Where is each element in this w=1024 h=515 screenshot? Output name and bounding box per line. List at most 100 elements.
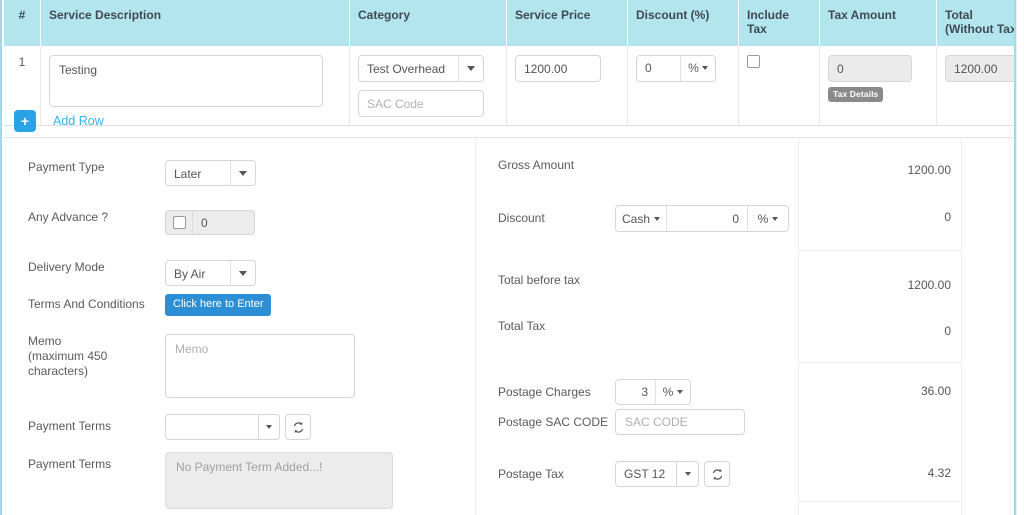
category-select[interactable]: Test Overhead bbox=[358, 54, 484, 82]
any-advance-checkbox[interactable] bbox=[172, 216, 186, 229]
delivery-mode-select[interactable]: By Air bbox=[165, 260, 256, 286]
chevron-down-icon bbox=[677, 390, 684, 394]
postage-charges-group[interactable]: 3 % bbox=[615, 379, 691, 405]
discount-combo[interactable]: Cash 0 % bbox=[615, 205, 789, 232]
gross-amount-label: Gross Amount bbox=[498, 158, 575, 172]
postage-tax-value: 4.32 bbox=[927, 466, 951, 480]
discount-amount-input[interactable]: 0 bbox=[667, 206, 748, 231]
total-before-tax-row: Total before tax bbox=[498, 273, 580, 288]
postage-sac-label: Postage SAC CODE bbox=[498, 415, 609, 429]
chevron-down-icon bbox=[458, 55, 483, 81]
gross-amount-value: 1200.00 bbox=[907, 163, 951, 177]
column-header-index: # bbox=[4, 0, 41, 47]
postage-charges-unit-value: % bbox=[662, 385, 674, 399]
memo-textarea[interactable]: Memo bbox=[165, 334, 355, 398]
payment-type-row: Payment Type Later bbox=[28, 160, 256, 186]
discount-amount-value: 0 bbox=[944, 210, 951, 224]
discount-unit-value: % bbox=[757, 211, 769, 226]
payment-terms-select-value[interactable] bbox=[165, 414, 259, 440]
payment-terms-refresh-button[interactable] bbox=[285, 414, 311, 440]
tax-amount-input[interactable]: 0 bbox=[828, 54, 912, 82]
postage-tax-select[interactable]: GST 12 bbox=[615, 461, 699, 487]
any-advance-label: Any Advance ? bbox=[28, 210, 109, 224]
totals-divider-3 bbox=[798, 501, 960, 502]
tax-details-badge[interactable]: Tax Details bbox=[828, 86, 884, 102]
any-advance-group[interactable]: 0 bbox=[165, 210, 255, 235]
row-discount-unit-select[interactable]: % bbox=[680, 55, 715, 81]
items-table-head: # Service Description Category Service P… bbox=[4, 0, 1024, 47]
column-header-total-line2: (Without Tax) bbox=[945, 22, 1021, 37]
column-header-category: Category bbox=[349, 0, 507, 47]
postage-sac-input[interactable]: SAC CODE bbox=[615, 409, 745, 435]
terms-and-conditions-label: Terms And Conditions bbox=[28, 297, 145, 311]
postage-tax-select-value[interactable]: GST 12 bbox=[615, 461, 677, 487]
page-right-gutter bbox=[1016, 0, 1024, 515]
postage-tax-label: Postage Tax bbox=[498, 467, 564, 481]
memo-label-line2: (maximum 450 characters) bbox=[28, 349, 108, 378]
total-without-tax-input: 1200.00 bbox=[945, 54, 1024, 82]
totals-values-column: 1200.00 0 1200.00 0 36.00 4.32 bbox=[798, 139, 962, 515]
payment-terms-list-label: Payment Terms bbox=[28, 457, 112, 471]
row-discount-unit-label: % bbox=[688, 61, 699, 76]
add-row-plus-icon[interactable]: + bbox=[14, 109, 36, 132]
totals-divider-2 bbox=[799, 362, 961, 363]
refresh-icon bbox=[293, 421, 303, 433]
service-description-input[interactable]: Testing bbox=[49, 54, 323, 107]
delivery-mode-value: By Air bbox=[174, 267, 206, 281]
payment-terms-list-row: Payment Terms No Payment Term Added...! bbox=[28, 452, 393, 509]
terms-enter-button[interactable]: Click here to Enter bbox=[165, 294, 272, 316]
chevron-down-icon[interactable] bbox=[259, 414, 280, 440]
form-body: Payment Type Later Any Advance ? 0 Deliv… bbox=[4, 139, 1014, 515]
postage-charges-input[interactable]: 3 bbox=[616, 380, 656, 404]
refresh-icon bbox=[712, 468, 722, 480]
include-tax-checkbox[interactable] bbox=[747, 54, 760, 68]
payment-type-value: Later bbox=[174, 167, 202, 181]
postage-sac-row: Postage SAC CODE SAC CODE bbox=[498, 409, 745, 435]
memo-row: Memo (maximum 450 characters) Memo bbox=[28, 334, 355, 398]
chevron-down-icon[interactable] bbox=[677, 461, 699, 487]
add-row-button[interactable]: Add Row bbox=[53, 114, 104, 128]
column-header-service-description: Service Description bbox=[40, 0, 350, 47]
total-tax-value: 0 bbox=[944, 324, 951, 338]
gross-amount-row: Gross Amount bbox=[498, 158, 574, 173]
chevron-down-icon bbox=[230, 261, 255, 285]
page-right-border bbox=[1014, 0, 1016, 515]
payment-terms-empty-message: No Payment Term Added...! bbox=[165, 452, 393, 509]
column-header-service-price: Service Price bbox=[506, 0, 628, 47]
discount-unit-select[interactable]: % bbox=[748, 206, 788, 231]
column-header-total-line1: Total bbox=[945, 8, 973, 22]
postage-tax-refresh-button[interactable] bbox=[704, 461, 730, 487]
column-header-discount: Discount (%) bbox=[627, 0, 739, 47]
payment-type-select[interactable]: Later bbox=[165, 160, 256, 186]
discount-mode-select[interactable]: Cash bbox=[616, 206, 667, 231]
service-price-input[interactable]: 1200.00 bbox=[515, 54, 601, 82]
postage-charges-unit-select[interactable]: % bbox=[656, 380, 690, 404]
memo-label-line1: Memo bbox=[28, 334, 62, 348]
chevron-down-icon bbox=[772, 216, 779, 221]
postage-charges-value: 36.00 bbox=[920, 384, 951, 398]
payment-type-label: Payment Type bbox=[28, 160, 105, 174]
any-advance-checkbox-wrap[interactable] bbox=[166, 211, 193, 234]
row-discount-group[interactable]: 0 % bbox=[636, 54, 716, 82]
items-table-header-row: # Service Description Category Service P… bbox=[4, 0, 1024, 47]
any-advance-row: Any Advance ? 0 bbox=[28, 210, 255, 235]
payment-terms-select[interactable] bbox=[165, 414, 280, 440]
payment-terms-select-row: Payment Terms bbox=[28, 414, 311, 440]
category-select-value: Test Overhead bbox=[367, 61, 446, 76]
row-discount-input[interactable]: 0 bbox=[637, 56, 680, 81]
total-tax-label: Total Tax bbox=[498, 319, 546, 333]
column-header-include-tax: Include Tax bbox=[738, 0, 820, 47]
column-header-total-without-tax: Total (Without Tax) bbox=[936, 0, 1024, 47]
totals-divider-1 bbox=[799, 250, 961, 251]
postage-charges-row: Postage Charges 3 % bbox=[498, 379, 691, 405]
chevron-down-icon bbox=[701, 66, 708, 71]
discount-mode-value: Cash bbox=[621, 211, 650, 226]
delivery-mode-label: Delivery Mode bbox=[28, 260, 105, 274]
form-center-divider bbox=[475, 139, 476, 515]
invoice-line-items-page: # Service Description Category Service P… bbox=[0, 0, 1024, 515]
terms-and-conditions-row: Terms And Conditions Click here to Enter bbox=[28, 294, 272, 316]
chevron-down-icon bbox=[654, 216, 660, 221]
total-before-tax-label: Total before tax bbox=[498, 273, 581, 287]
any-advance-input[interactable]: 0 bbox=[193, 211, 254, 234]
memo-label: Memo (maximum 450 characters) bbox=[28, 334, 165, 379]
